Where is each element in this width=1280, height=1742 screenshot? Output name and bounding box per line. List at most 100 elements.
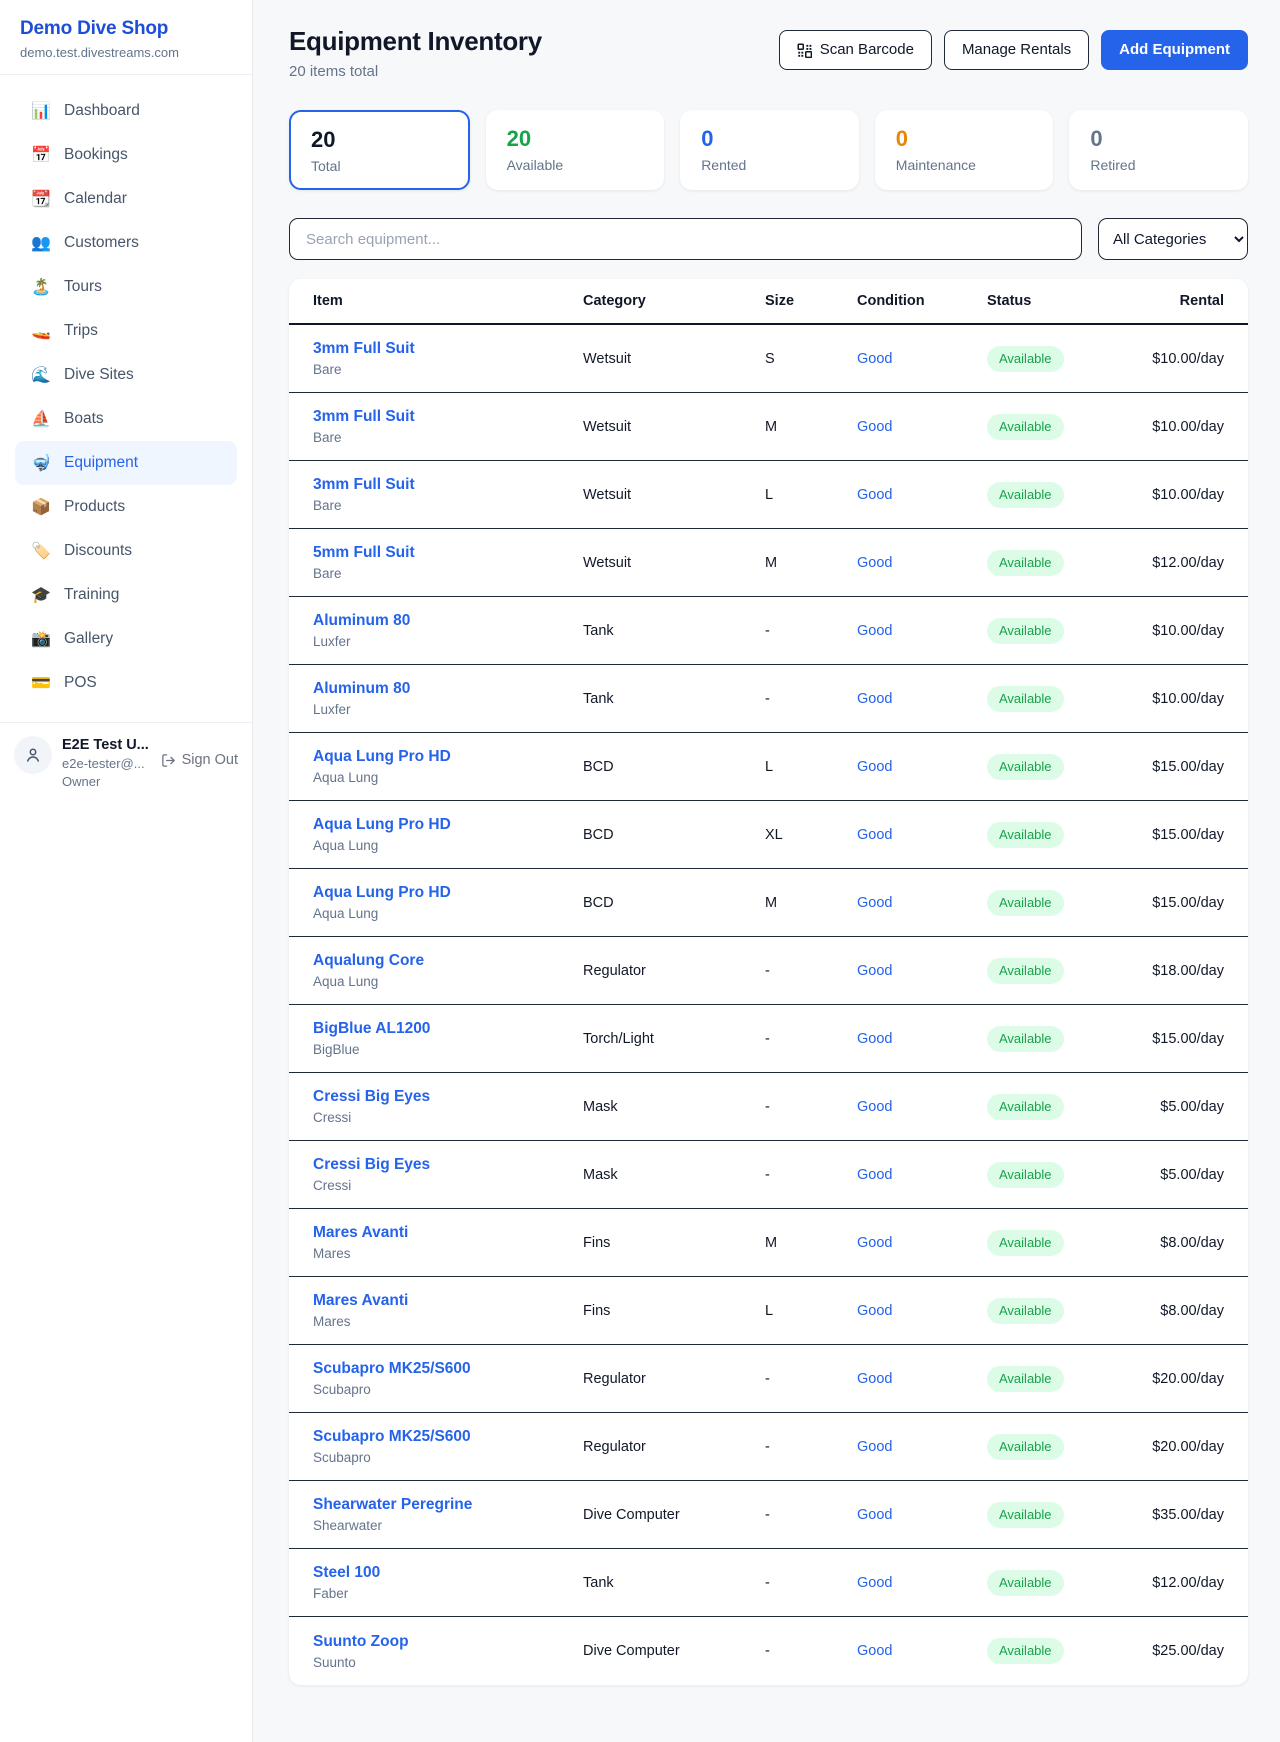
table-row: Aluminum 80LuxferTank-GoodAvailable$10.0… [289,665,1248,733]
column-header-status: Status [987,293,1127,309]
add-equipment-button[interactable]: Add Equipment [1101,30,1248,70]
item-brand: Scubapro [313,1450,583,1466]
condition-link[interactable]: Good [857,1235,892,1251]
sidebar-item-label: Gallery [64,630,113,648]
condition-link[interactable]: Good [857,1099,892,1115]
table-row: Scubapro MK25/S600ScubaproRegulator-Good… [289,1413,1248,1481]
size-cell: S [765,351,857,367]
item-brand: Cressi [313,1178,583,1194]
item-name-link[interactable]: Mares Avanti [313,1291,583,1310]
manage-rentals-label: Manage Rentals [962,40,1071,60]
condition-link[interactable]: Good [857,963,892,979]
condition-cell: Good [857,1575,987,1591]
rental-cell: $10.00/day [1127,691,1224,707]
item-name-link[interactable]: Shearwater Peregrine [313,1495,583,1514]
item-brand: Aqua Lung [313,974,583,990]
sidebar-item-tours[interactable]: 🏝️Tours [15,265,237,309]
sidebar-item-training[interactable]: 🎓Training [15,573,237,617]
item-name-link[interactable]: Aluminum 80 [313,679,583,698]
status-badge: Available [987,1094,1064,1120]
condition-link[interactable]: Good [857,691,892,707]
sidebar-item-customers[interactable]: 👥Customers [15,221,237,265]
condition-link[interactable]: Good [857,351,892,367]
stat-card-maintenance[interactable]: 0Maintenance [875,110,1054,190]
status-badge: Available [987,1162,1064,1188]
search-input[interactable] [289,218,1082,260]
item-name-link[interactable]: Aqualung Core [313,951,583,970]
condition-link[interactable]: Good [857,1303,892,1319]
stat-card-available[interactable]: 20Available [486,110,665,190]
sidebar-item-pos[interactable]: 💳POS [15,661,237,705]
category-cell: BCD [583,827,765,843]
sidebar-item-label: Dive Sites [64,366,134,384]
item-name-link[interactable]: Scubapro MK25/S600 [313,1427,583,1446]
stat-card-total[interactable]: 20Total [289,110,470,190]
sidebar-item-label: Dashboard [64,102,140,120]
condition-link[interactable]: Good [857,487,892,503]
table-row: Aqua Lung Pro HDAqua LungBCDMGoodAvailab… [289,869,1248,937]
dive-sites-icon: 🌊 [31,365,55,385]
item-name-link[interactable]: Scubapro MK25/S600 [313,1359,583,1378]
condition-link[interactable]: Good [857,1167,892,1183]
category-cell: Mask [583,1099,765,1115]
item-brand: Bare [313,566,583,582]
sign-out-button[interactable]: Sign Out [161,752,238,768]
column-header-rental: Rental [1127,293,1224,309]
condition-link[interactable]: Good [857,419,892,435]
scan-barcode-button[interactable]: Scan Barcode [779,30,932,70]
item-name-link[interactable]: 3mm Full Suit [313,339,583,358]
sidebar-item-trips[interactable]: 🚤Trips [15,309,237,353]
table-row: Aqua Lung Pro HDAqua LungBCDXLGoodAvaila… [289,801,1248,869]
item-name-link[interactable]: Aqua Lung Pro HD [313,883,583,902]
sidebar-item-dive-sites[interactable]: 🌊 Dive Sites [15,353,237,397]
condition-link[interactable]: Good [857,1031,892,1047]
item-name-link[interactable]: Steel 100 [313,1563,583,1582]
item-name-link[interactable]: Aqua Lung Pro HD [313,747,583,766]
sidebar-item-equipment[interactable]: 🤿Equipment [15,441,237,485]
sidebar-item-boats[interactable]: ⛵Boats [15,397,237,441]
stat-value: 0 [701,125,838,153]
sidebar-item-calendar[interactable]: 📆Calendar [15,177,237,221]
sidebar-item-products[interactable]: 📦Products [15,485,237,529]
stat-card-retired[interactable]: 0Retired [1069,110,1248,190]
status-cell: Available [987,1162,1127,1188]
status-cell: Available [987,1094,1127,1120]
category-select[interactable]: All Categories [1098,218,1248,260]
condition-link[interactable]: Good [857,1507,892,1523]
sidebar-item-dashboard[interactable]: 📊Dashboard [15,89,237,133]
item-name-link[interactable]: BigBlue AL1200 [313,1019,583,1038]
condition-link[interactable]: Good [857,895,892,911]
item-name-link[interactable]: Aqua Lung Pro HD [313,815,583,834]
item-name-link[interactable]: Mares Avanti [313,1223,583,1242]
item-name-link[interactable]: Suunto Zoop [313,1632,583,1651]
condition-link[interactable]: Good [857,759,892,775]
item-name-link[interactable]: Cressi Big Eyes [313,1087,583,1106]
condition-link[interactable]: Good [857,623,892,639]
condition-link[interactable]: Good [857,1439,892,1455]
item-name-link[interactable]: Aluminum 80 [313,611,583,630]
status-cell: Available [987,618,1127,644]
sidebar: Demo Dive Shop demo.test.divestreams.com… [0,0,253,1742]
item-name-link[interactable]: 3mm Full Suit [313,407,583,426]
item-name-link[interactable]: Cressi Big Eyes [313,1155,583,1174]
status-badge: Available [987,1502,1064,1528]
scan-barcode-label: Scan Barcode [820,40,914,60]
category-cell: Wetsuit [583,555,765,571]
status-badge: Available [987,822,1064,848]
stat-card-rented[interactable]: 0Rented [680,110,859,190]
condition-link[interactable]: Good [857,1643,892,1659]
condition-link[interactable]: Good [857,1371,892,1387]
sidebar-item-discounts[interactable]: 🏷️Discounts [15,529,237,573]
condition-link[interactable]: Good [857,827,892,843]
item-name-link[interactable]: 3mm Full Suit [313,475,583,494]
condition-cell: Good [857,1235,987,1251]
manage-rentals-button[interactable]: Manage Rentals [944,30,1089,70]
condition-cell: Good [857,1031,987,1047]
condition-link[interactable]: Good [857,1575,892,1591]
condition-link[interactable]: Good [857,555,892,571]
table-row: Cressi Big EyesCressiMask-GoodAvailable$… [289,1073,1248,1141]
sidebar-item-bookings[interactable]: 📅Bookings [15,133,237,177]
sidebar-item-gallery[interactable]: 📸Gallery [15,617,237,661]
item-cell: 3mm Full SuitBare [313,407,583,446]
item-name-link[interactable]: 5mm Full Suit [313,543,583,562]
